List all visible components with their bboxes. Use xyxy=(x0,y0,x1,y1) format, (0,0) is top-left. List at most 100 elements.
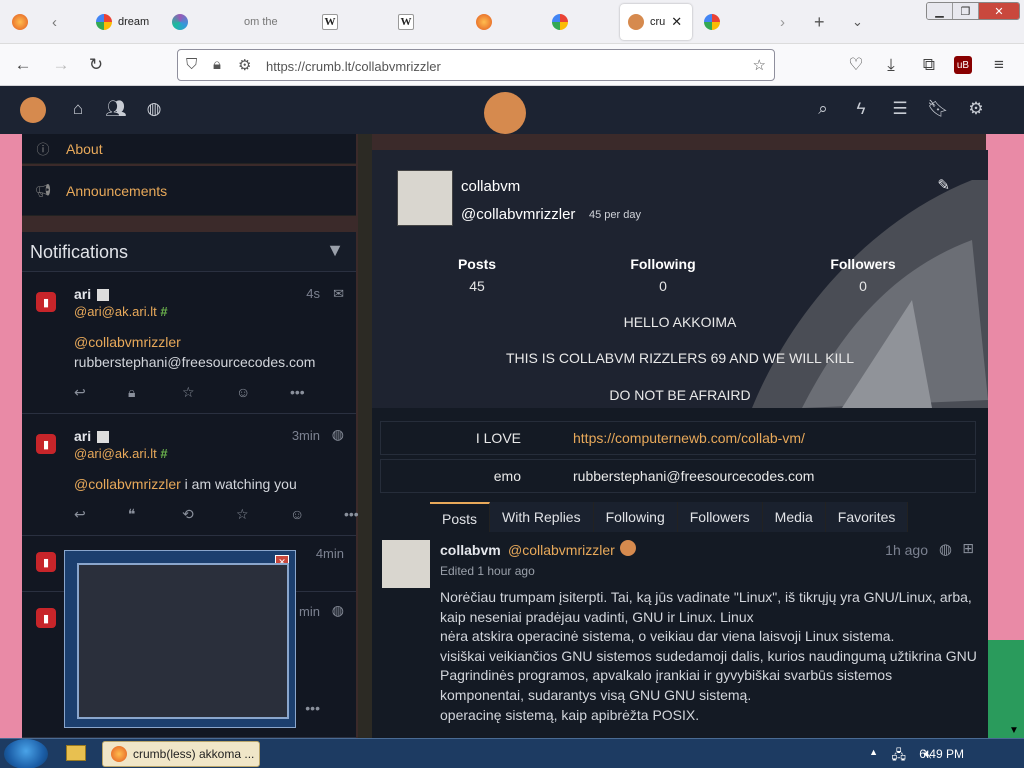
menu-item-about[interactable]: ⓘ About xyxy=(22,134,356,164)
forward-arrow-icon[interactable]: → xyxy=(50,54,72,76)
menu-hamburger-icon[interactable]: ≡ xyxy=(988,54,1010,76)
stat-label: Posts xyxy=(457,256,497,272)
notification-item[interactable]: ▮ ari @ari@ak.ari.lt # 3min ◍ @collabvmr… xyxy=(22,414,359,536)
expand-post-icon[interactable]: ⊞ xyxy=(962,540,974,557)
firefox-menu-icon[interactable] xyxy=(12,4,34,40)
reload-icon[interactable]: ↻ xyxy=(85,54,107,76)
close-tab-icon[interactable]: ✕ xyxy=(671,14,682,30)
notification-actions: ↩ ❝ ⟲ ☆ ☺ ••• xyxy=(74,506,398,523)
tab-posts[interactable]: Posts xyxy=(430,502,491,532)
download-icon[interactable]: ⤓ xyxy=(880,54,902,76)
more-icon[interactable]: ••• xyxy=(290,384,344,401)
field-link[interactable]: https://computernewb.com/collab-vm/ xyxy=(541,430,805,446)
stat-following[interactable]: Following 0 xyxy=(618,256,708,294)
close-window-icon[interactable]: ✕ xyxy=(979,3,1019,19)
author-name: ari xyxy=(74,286,92,302)
tab-google-dream[interactable]: dream xyxy=(96,4,164,40)
edited-label: Edited 1 hour ago xyxy=(440,564,535,578)
notification-body: @collabvmrizzler rubberstephani@freesour… xyxy=(74,332,344,372)
notification-item[interactable]: ▮ ari @ari@ak.ari.lt # 4s ✉ @collabvmriz… xyxy=(22,272,356,414)
quote-icon[interactable]: ❝ xyxy=(128,506,182,523)
account-handle[interactable]: @ari@ak.ari.lt xyxy=(74,304,157,319)
tray-expand-icon[interactable]: ▲ xyxy=(869,747,878,757)
tab-google-3[interactable] xyxy=(704,4,764,40)
network-icon[interactable]: 🖧︎ xyxy=(892,746,907,768)
bookmark-icon[interactable]: 🔖︎ xyxy=(927,99,949,119)
search-icon[interactable]: ⌕ xyxy=(812,99,834,119)
menu-item-announcements[interactable]: 📢︎ Announcements xyxy=(22,166,356,216)
edit-profile-icon[interactable]: ✎ xyxy=(937,176,950,194)
minimize-icon[interactable]: ▁ xyxy=(927,3,953,19)
emoji-react-icon[interactable]: ☺ xyxy=(236,384,290,401)
stat-followers[interactable]: Followers 0 xyxy=(818,256,908,294)
users-icon[interactable]: 👥︎ xyxy=(105,99,127,119)
tab-media[interactable]: Media xyxy=(762,502,826,532)
ublock-icon[interactable]: uB xyxy=(954,56,972,74)
tab-firefox[interactable] xyxy=(476,4,536,40)
emoji-react-icon[interactable]: ☺ xyxy=(290,506,344,523)
settings-gear-icon[interactable]: ⚙ xyxy=(965,99,987,119)
avatar[interactable]: ▮ xyxy=(36,552,56,572)
reply-icon[interactable]: ↩ xyxy=(74,506,128,523)
favorite-star-icon[interactable]: ☆ xyxy=(236,506,290,523)
url-text[interactable]: https://crumb.lt/collabvmrizzler xyxy=(266,59,441,74)
tab-with-replies[interactable]: With Replies xyxy=(490,502,594,532)
permissions-icon[interactable]: ⚙︎ xyxy=(238,56,251,74)
account-handle[interactable]: @ari@ak.ari.lt xyxy=(74,446,157,461)
tab-favorites[interactable]: Favorites xyxy=(825,502,909,532)
reply-icon[interactable]: ↩ xyxy=(74,384,128,401)
list-icon[interactable]: ☰ xyxy=(889,99,911,119)
post-item[interactable]: collabvm @collabvmrizzler 1h ago ◍ ⊞ Edi… xyxy=(372,536,988,738)
center-cookie-logo-icon[interactable] xyxy=(484,92,526,134)
tab-wikipedia-1[interactable]: W xyxy=(322,4,382,40)
mention-link[interactable]: @collabvmrizzler xyxy=(74,332,344,352)
stat-posts[interactable]: Posts 45 xyxy=(436,256,518,294)
site-logo-cookie-icon[interactable] xyxy=(20,97,46,123)
tab-scroll-right-icon[interactable]: › xyxy=(780,4,785,40)
tab-followers[interactable]: Followers xyxy=(677,502,763,532)
scroll-down-arrow-icon[interactable]: ▼ xyxy=(1009,725,1019,736)
start-button-windows-icon[interactable] xyxy=(4,739,48,768)
post-author-handle[interactable]: @collabvmrizzler xyxy=(508,542,615,558)
notification-account[interactable]: @ari@ak.ari.lt # xyxy=(74,304,168,319)
stat-label: Followers xyxy=(830,256,896,272)
notification-account[interactable]: @ari@ak.ari.lt # xyxy=(74,446,168,461)
avatar[interactable]: ▮ xyxy=(36,608,56,628)
url-bar[interactable]: ⛉ 🔒︎ ⚙︎ https://crumb.lt/collabvmrizzler… xyxy=(177,49,775,81)
tab-list-chevron-down-icon[interactable]: ⌄ xyxy=(852,4,863,40)
shield-icon[interactable]: ⛉ xyxy=(186,56,197,73)
tab-google-2[interactable] xyxy=(552,4,612,40)
filter-icon[interactable]: ▼ xyxy=(326,240,344,261)
mention-link[interactable]: @collabvmrizzler xyxy=(74,476,181,492)
page-scrollbar[interactable]: ▼ xyxy=(1008,134,1022,738)
notification-text: i am watching you xyxy=(180,476,297,492)
tab-crumb-active[interactable]: cru ✕ xyxy=(620,4,692,40)
globe-icon[interactable]: ◍ xyxy=(143,99,165,119)
tab-scroll-left-icon[interactable]: ‹ xyxy=(52,4,57,40)
post-time[interactable]: 1h ago xyxy=(885,542,928,558)
file-explorer-icon[interactable] xyxy=(66,745,86,761)
lock-icon[interactable]: 🔒︎ xyxy=(213,56,221,73)
bookmark-star-icon[interactable]: ☆ xyxy=(753,56,766,74)
back-arrow-icon[interactable]: ← xyxy=(12,54,34,76)
post-author-name[interactable]: collabvm xyxy=(440,542,501,558)
favorite-star-icon[interactable]: ☆ xyxy=(182,384,236,401)
post-avatar[interactable] xyxy=(382,540,430,588)
new-tab-icon[interactable]: + xyxy=(814,4,825,40)
repeat-icon[interactable]: ⟲ xyxy=(182,506,236,523)
taskbar-clock[interactable]: 6:49 PM xyxy=(919,747,964,761)
home-icon[interactable]: ⌂ xyxy=(67,99,89,119)
taskbar-firefox-window[interactable]: crumb(less) akkoma ... xyxy=(102,741,260,767)
tab-following[interactable]: Following xyxy=(593,502,678,532)
avatar[interactable]: ▮ xyxy=(36,434,56,454)
tab-wikipedia-2[interactable]: W xyxy=(398,4,458,40)
profile-avatar[interactable] xyxy=(397,170,453,226)
taskbar-window-preview[interactable]: ✕ xyxy=(64,550,296,728)
avatar[interactable]: ▮ xyxy=(36,292,56,312)
tab-generic[interactable]: om the xyxy=(172,4,312,40)
bolt-icon[interactable]: ϟ xyxy=(850,99,872,119)
extensions-icon[interactable]: ⧉ xyxy=(918,54,940,76)
more-icon[interactable]: ••• xyxy=(305,700,320,716)
maximize-icon[interactable]: ❐ xyxy=(953,3,979,19)
pocket-icon[interactable]: ♡ xyxy=(845,54,867,76)
